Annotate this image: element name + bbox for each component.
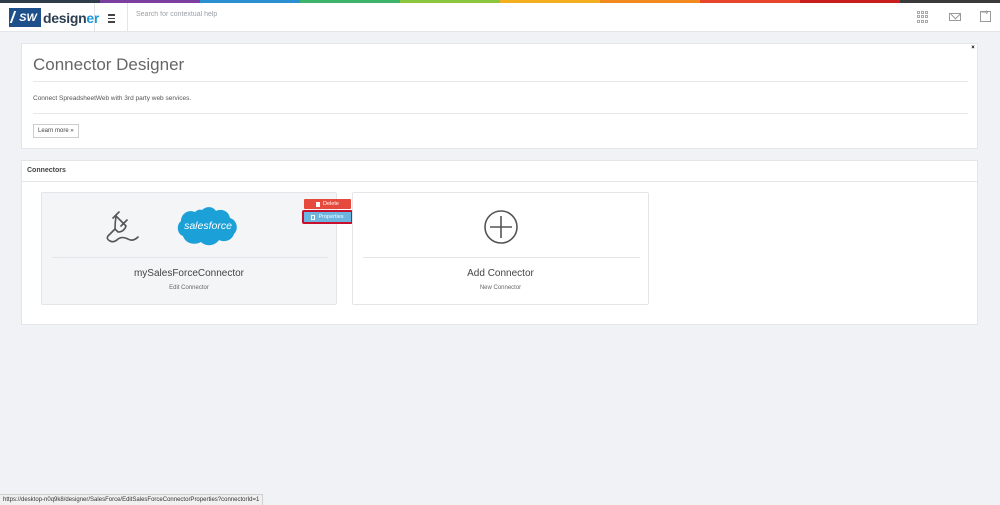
properties-icon [311, 214, 316, 220]
salesforce-logo: salesforce [177, 207, 237, 246]
page-title: Connector Designer [33, 55, 185, 74]
mail-icon[interactable] [949, 13, 961, 21]
properties-button[interactable]: Properties [303, 211, 352, 223]
navbar-divider [94, 3, 95, 32]
plug-icon [106, 211, 139, 243]
hamburger-menu-icon[interactable] [105, 10, 117, 24]
add-connector-card[interactable]: Add Connector New Connector [352, 192, 649, 305]
delete-button[interactable]: Delete [304, 199, 351, 209]
divider [33, 81, 968, 82]
learn-more-button[interactable]: Learn more » [33, 124, 79, 138]
close-icon[interactable]: × [969, 44, 977, 52]
connector-card-salesforce[interactable]: salesforce Delete Properties mySalesForc… [41, 192, 352, 305]
intro-panel: Connector Designer Connect SpreadsheetWe… [21, 43, 978, 149]
connectors-heading: Connectors [27, 167, 66, 174]
connector-name[interactable]: mySalesForceConnector [42, 268, 336, 279]
exit-icon[interactable] [980, 8, 991, 22]
navbar-divider [127, 3, 128, 32]
logo-text: designer [43, 9, 99, 26]
add-connector-title[interactable]: Add Connector [353, 268, 648, 279]
browser-status-url: https://desktop-n0q9k8/designer/SalesFor… [0, 494, 264, 505]
contextual-help-search-input[interactable] [136, 11, 436, 18]
divider [52, 257, 328, 258]
divider [363, 257, 640, 258]
salesforce-logo-text: salesforce [184, 220, 232, 232]
logo-badge: SW [9, 8, 41, 27]
connectors-panel: Connectors salesforce Delete Properties … [21, 160, 978, 325]
add-connector-subtitle: New Connector [479, 285, 522, 291]
top-navbar: SW designer [0, 3, 1000, 32]
add-circle-icon [484, 210, 518, 244]
page-description: Connect SpreadsheetWeb with 3rd party we… [33, 95, 192, 102]
connector-subtitle: Edit Connector [169, 285, 209, 291]
trash-icon [316, 201, 321, 207]
connectors-panel-header: Connectors [22, 161, 977, 182]
app-logo[interactable]: SW designer [9, 8, 99, 27]
divider [33, 113, 968, 114]
apps-grid-icon[interactable] [917, 11, 929, 23]
